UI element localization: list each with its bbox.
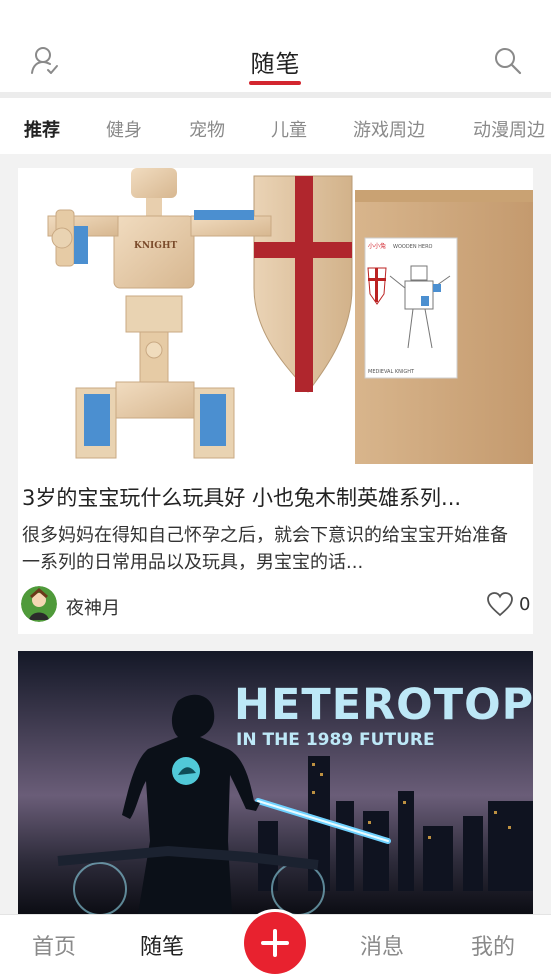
feed-card[interactable]: 小小兔 WOODEN HERO MEDIEVAL KNIGHT KNIGHT 3…	[18, 168, 533, 634]
nav-essay[interactable]: 随笔	[140, 929, 184, 961]
card-cover-image[interactable]: HETEROTOPIAS IN THE 1989 FUTURE	[18, 651, 533, 914]
card-footer: 夜神月 0	[21, 586, 531, 624]
nav-mine[interactable]: 我的	[471, 929, 515, 961]
nav-home[interactable]: 首页	[32, 929, 76, 961]
nav-messages[interactable]: 消息	[360, 929, 404, 961]
tab-anime-merch[interactable]: 动漫周边	[473, 116, 545, 142]
search-icon[interactable]	[493, 46, 523, 76]
tab-pets[interactable]: 宠物	[189, 116, 225, 142]
top-bar: 随笔	[0, 0, 551, 92]
add-post-button[interactable]	[244, 912, 306, 974]
tab-recommend[interactable]: 推荐	[24, 116, 60, 142]
card-title[interactable]: 3岁的宝宝玩什么玩具好 小也兔木制英雄系列...	[22, 482, 527, 512]
card-cover-image[interactable]: 小小兔 WOODEN HERO MEDIEVAL KNIGHT KNIGHT	[18, 168, 533, 464]
box-brand-text: 小小兔	[368, 242, 386, 250]
poster-headline: HETEROTOPIAS	[234, 680, 533, 730]
plus-icon	[261, 929, 289, 957]
box-caption-text: MEDIEVAL KNIGHT	[368, 369, 415, 375]
poster-subheadline: IN THE 1989 FUTURE	[236, 730, 435, 750]
tab-game-merch[interactable]: 游戏周边	[353, 116, 425, 142]
bottom-nav: 首页 随笔 消息 我的	[0, 912, 551, 979]
heart-outline-icon[interactable]	[486, 591, 514, 617]
box-title-text: WOODEN HERO	[393, 244, 433, 250]
card-summary: 很多妈妈在得知自己怀孕之后，就会下意识的给宝宝开始准备一系列的日常用品以及玩具，…	[22, 525, 508, 573]
avatar[interactable]	[21, 586, 57, 622]
tab-kids[interactable]: 儿童	[271, 116, 307, 142]
like-count: 0	[519, 594, 531, 615]
page-title: 随笔	[250, 50, 301, 78]
category-tabs: 推荐 健身 宠物 儿童 游戏周边 动漫周边	[0, 98, 551, 154]
author-name[interactable]: 夜神月	[66, 594, 120, 620]
title-underline	[249, 81, 301, 85]
tab-fitness[interactable]: 健身	[106, 116, 142, 142]
feed-card[interactable]: HETEROTOPIAS IN THE 1989 FUTURE	[18, 651, 533, 914]
knight-badge-text: KNIGHT	[134, 241, 177, 251]
